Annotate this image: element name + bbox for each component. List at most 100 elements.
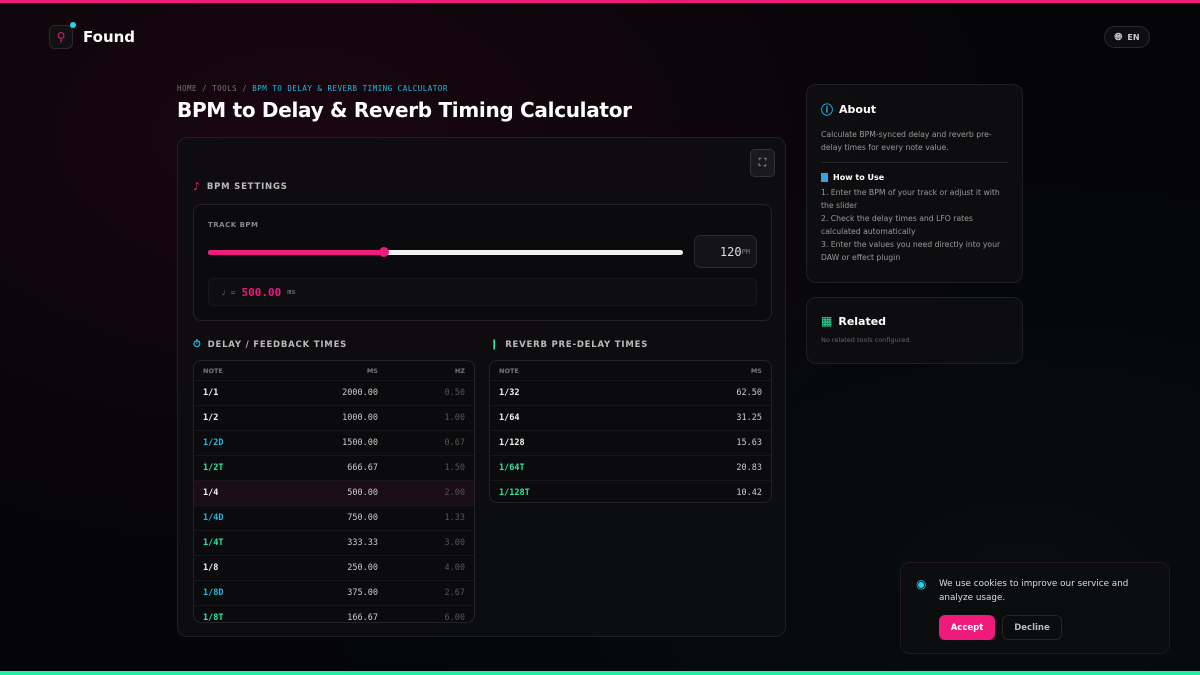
calculator-card: ⛶ ♪ BPM SETTINGS TRACK BPM 120 PM ♩ = 500.0… <box>177 137 786 637</box>
ms-cell: 1000.00 <box>342 413 378 423</box>
decline-button[interactable]: Decline <box>1002 615 1062 640</box>
note-cell: 1/32 <box>499 388 520 398</box>
table-row: 1/32 62.50 <box>490 380 771 405</box>
ms-cell: 15.63 <box>736 438 762 448</box>
fullscreen-button[interactable]: ⛶ <box>750 149 775 177</box>
note-cell: 1/64 <box>499 413 520 423</box>
related-empty: No related tools configured. <box>821 336 912 344</box>
hz-cell: 1.33 <box>444 513 465 523</box>
ms-cell: 20.83 <box>736 463 762 473</box>
note-cell: 1/4T <box>203 538 224 548</box>
table-row: 1/8T 166.67 6.00 <box>194 605 474 623</box>
table-row: 1/128 15.63 <box>490 430 771 455</box>
ms-cell: 250.00 <box>347 563 378 573</box>
bpm-slider[interactable] <box>208 247 683 257</box>
how-to-heading: How to Use <box>821 173 1008 182</box>
page-title: BPM to Delay & Reverb Timing Calculator <box>177 98 632 122</box>
breadcrumb-home[interactable]: HOME <box>177 84 197 93</box>
breadcrumb-current: BPM TO DELAY & REVERB TIMING CALCULATOR <box>252 84 448 93</box>
ms-cell: 2000.00 <box>342 388 378 398</box>
ms-cell: 62.50 <box>736 388 762 398</box>
ms-cell: 500.00 <box>347 488 378 498</box>
table-header: NOTE MS <box>499 366 762 375</box>
ms-cell: 333.33 <box>347 538 378 548</box>
ms-cell: 31.25 <box>736 413 762 423</box>
hz-cell: 6.00 <box>444 613 465 623</box>
note-cell: 1/1 <box>203 388 219 398</box>
search-icon: ⚲ <box>49 22 76 49</box>
bpm-settings-panel: TRACK BPM 120 PM ♩ = 500.00 ms <box>193 204 772 321</box>
table-header: NOTE MS HZ <box>203 366 465 375</box>
about-panel: ⓘ About Calculate BPM-synced delay and re… <box>806 84 1023 283</box>
note-cell: 1/64T <box>499 463 525 473</box>
table-row: 1/128T 10.42 <box>490 480 771 502</box>
step: 1. Enter the BPM of your track or adjust… <box>821 188 1000 210</box>
track-bpm-label: TRACK BPM <box>208 221 259 229</box>
ms-cell: 1500.00 <box>342 438 378 448</box>
book-icon <box>821 173 828 182</box>
info-icon: ⓘ <box>821 103 834 117</box>
note-cell: 1/2 <box>203 413 219 423</box>
language-label: EN <box>1127 32 1140 42</box>
step: 2. Check the delay times and LFO rates c… <box>821 214 973 236</box>
cookie-icon: ◉ <box>916 577 927 591</box>
hz-cell: 4.00 <box>444 563 465 573</box>
table-row: 1/4 500.00 2.00 <box>194 480 474 505</box>
cookie-text: We use cookies to improve our service an… <box>939 579 1129 603</box>
table-row: 1/8 250.00 4.00 <box>194 555 474 580</box>
ms-cell: 10.42 <box>736 488 762 498</box>
waveform-icon: ❙ <box>490 339 500 350</box>
top-accent-bar <box>0 0 1200 3</box>
hz-cell: 0.50 <box>444 388 465 398</box>
hz-cell: 1.00 <box>444 413 465 423</box>
ms-cell: 666.67 <box>347 463 378 473</box>
table-row: 1/4T 333.33 3.00 <box>194 530 474 555</box>
logo-text: Found <box>83 28 136 46</box>
bpm-settings-heading: ♪ BPM SETTINGS <box>193 180 288 193</box>
note-cell: 1/2T <box>203 463 224 473</box>
table-row: 1/1 2000.00 0.50 <box>194 380 474 405</box>
table-row: 1/64T 20.83 <box>490 455 771 480</box>
table-row: 1/4D 750.00 1.33 <box>194 505 474 530</box>
table-row: 1/2T 666.67 1.50 <box>194 455 474 480</box>
about-title: About <box>839 103 877 116</box>
fullscreen-icon: ⛶ <box>758 156 767 169</box>
bottom-accent-bar <box>0 671 1200 675</box>
delay-table: NOTE MS HZ 1/1 2000.00 0.50 1/2 1000.00 1.00 1/2… <box>193 360 475 623</box>
logo[interactable]: ⚲ Found <box>49 22 136 49</box>
breadcrumb: HOME / TOOLS / BPM TO DELAY & REVERB TIM… <box>177 84 448 93</box>
grid-icon: ▦ <box>821 314 833 328</box>
accept-button[interactable]: Accept <box>939 615 995 640</box>
breadcrumb-tools[interactable]: TOOLS <box>212 84 237 93</box>
note-cell: 1/4 <box>203 488 219 498</box>
note-cell: 1/2D <box>203 438 224 448</box>
related-title: Related <box>838 314 887 328</box>
note-cell: 1/128 <box>499 438 525 448</box>
bpm-input[interactable]: 120 PM <box>694 235 757 268</box>
reverb-heading: ❙ REVERB PRE-DELAY TIMES <box>490 339 649 350</box>
note-cell: 1/8T <box>203 613 224 623</box>
hz-cell: 1.50 <box>444 463 465 473</box>
reverb-table: NOTE MS 1/32 62.50 1/64 31.25 1/128 15.63 1/64T… <box>489 360 772 503</box>
note-cell: 1/4D <box>203 513 224 523</box>
globe-icon: 🌐︎ <box>1114 31 1123 43</box>
hz-cell: 2.00 <box>444 488 465 498</box>
related-panel: ▦ Related No related tools configured. <box>806 297 1023 364</box>
ms-cell: 375.00 <box>347 588 378 598</box>
note-cell: 1/8 <box>203 563 219 573</box>
step: 3. Enter the values you need directly in… <box>821 240 1001 262</box>
note-cell: 1/8D <box>203 588 224 598</box>
table-row: 1/2D 1500.00 0.67 <box>194 430 474 455</box>
table-row: 1/8D 375.00 2.67 <box>194 580 474 605</box>
ms-cell: 166.67 <box>347 613 378 623</box>
slider-thumb[interactable] <box>378 247 389 257</box>
hz-cell: 2.67 <box>444 588 465 598</box>
table-row: 1/2 1000.00 1.00 <box>194 405 474 430</box>
language-button[interactable]: 🌐︎ EN <box>1104 26 1150 48</box>
hz-cell: 3.00 <box>444 538 465 548</box>
delay-heading: ⏱︎ DELAY / FEEDBACK TIMES <box>193 339 348 350</box>
quarter-note-readout: ♩ = 500.00 ms <box>208 278 757 306</box>
timer-icon: ⏱︎ <box>193 339 202 350</box>
cookie-banner: ◉ We use cookies to improve our service … <box>900 562 1170 654</box>
note-cell: 1/128T <box>499 488 530 498</box>
